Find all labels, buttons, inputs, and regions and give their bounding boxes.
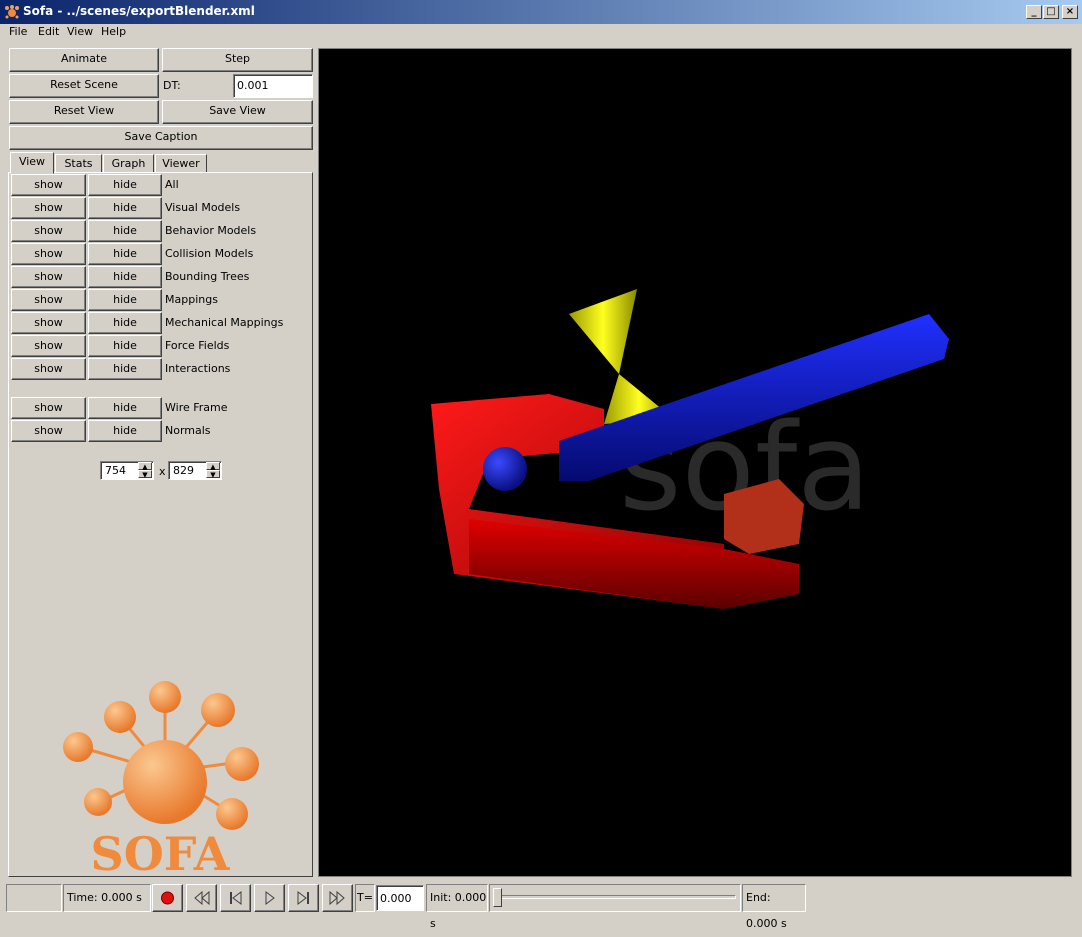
show-force-fields-button[interactable]: show [11,335,86,357]
hide-visual-models-button[interactable]: hide [88,197,162,219]
hide-all-button[interactable]: hide [88,174,162,196]
width-value: 754 [105,464,126,477]
dt-value: 0.001 [237,79,269,92]
show-behavior-models-button[interactable]: show [11,220,86,242]
show-wire-frame-button[interactable]: show [11,397,86,419]
menu-view[interactable]: View [67,25,93,38]
title-bar: Sofa - ../scenes/exportBlender.xml _ □ × [0,0,1082,24]
menu-bar: File Edit View Help [0,24,1082,42]
t-label: T= [355,884,375,912]
rewind-button[interactable] [186,884,217,912]
row-label-interactions: Interactions [165,362,231,375]
fast-forward-icon [329,890,345,906]
row-label-mappings: Mappings [165,293,218,306]
close-button[interactable]: × [1062,5,1078,19]
show-interactions-button[interactable]: show [11,358,86,380]
logo-text: SOFA [91,827,231,877]
3d-viewport[interactable]: sofa [318,48,1072,877]
dt-input[interactable]: 0.001 [233,74,313,98]
menu-help[interactable]: Help [101,25,126,38]
sofa-app-icon [5,5,19,19]
timeline-track[interactable] [489,884,741,912]
menu-file[interactable]: File [9,25,27,38]
record-icon [161,891,174,905]
scene-render: sofa [431,289,949,609]
row-label-normals: Normals [165,424,211,437]
end-readout: End: 0.000 s [742,884,806,930]
show-collision-models-button[interactable]: show [11,243,86,265]
step-back-button[interactable] [220,884,251,912]
rewind-icon [194,890,210,906]
tab-graph[interactable]: Graph [103,154,154,173]
show-mechanical-mappings-button[interactable]: show [11,312,86,334]
width-spinbox[interactable]: 754 ▲ ▼ [100,461,154,480]
hide-mappings-button[interactable]: hide [88,289,162,311]
spin-down-icon[interactable]: ▼ [206,470,220,479]
tab-view[interactable]: View [10,152,54,174]
hide-behavior-models-button[interactable]: hide [88,220,162,242]
show-normals-button[interactable]: show [11,420,86,442]
time-readout: Time: 0.000 s [63,884,151,912]
show-visual-models-button[interactable]: show [11,197,86,219]
save-view-button[interactable]: Save View [162,100,313,124]
row-label-visual-models: Visual Models [165,201,241,214]
record-button[interactable] [152,884,183,912]
hide-mechanical-mappings-button[interactable]: hide [88,312,162,334]
hide-wire-frame-button[interactable]: hide [88,397,162,419]
spin-up-icon[interactable]: ▲ [138,462,152,471]
step-forward-button[interactable] [288,884,319,912]
save-caption-button[interactable]: Save Caption [9,126,313,150]
t-value: 0.000 [380,892,412,905]
step-forward-icon [297,891,309,905]
timeline-slider-handle[interactable] [493,888,502,907]
show-all-button[interactable]: show [11,174,86,196]
tab-viewer[interactable]: Viewer [155,154,207,173]
step-back-icon [230,891,242,905]
height-spinbox[interactable]: 829 ▲ ▼ [168,461,222,480]
spin-down-icon[interactable]: ▼ [138,470,152,479]
status-bar: Time: 0.000 s T= 0.000 Init: 0.000 s End… [0,881,1082,930]
show-mappings-button[interactable]: show [11,289,86,311]
menu-edit[interactable]: Edit [38,25,59,38]
hide-bounding-trees-button[interactable]: hide [88,266,162,288]
step-button[interactable]: Step [162,48,313,72]
t-input[interactable]: 0.000 [376,885,424,911]
dt-label: DT: [163,79,181,92]
size-separator: x [159,465,166,478]
timeline-groove [494,895,736,899]
status-empty-box [6,884,62,912]
row-label-mechanical-mappings: Mechanical Mappings [165,316,284,329]
play-icon [265,891,275,905]
hide-collision-models-button[interactable]: hide [88,243,162,265]
fast-forward-button[interactable] [322,884,353,912]
spin-up-icon[interactable]: ▲ [206,462,220,471]
play-button[interactable] [254,884,285,912]
hide-interactions-button[interactable]: hide [88,358,162,380]
window-title: Sofa - ../scenes/exportBlender.xml [23,4,255,18]
init-readout: Init: 0.000 s [426,884,488,930]
row-label-force-fields: Force Fields [165,339,230,352]
height-value: 829 [173,464,194,477]
show-bounding-trees-button[interactable]: show [11,266,86,288]
hide-force-fields-button[interactable]: hide [88,335,162,357]
sofa-logo: SOFA [63,681,259,877]
blue-sphere [483,447,527,491]
animate-button[interactable]: Animate [9,48,159,72]
row-label-behavior-models: Behavior Models [165,224,257,237]
reset-scene-button[interactable]: Reset Scene [9,74,159,98]
tab-stats[interactable]: Stats [55,154,102,173]
reset-view-button[interactable]: Reset View [9,100,159,124]
yellow-cone-top [569,289,637,374]
maximize-button[interactable]: □ [1043,5,1059,19]
minimize-button[interactable]: _ [1026,5,1042,19]
row-label-bounding-trees: Bounding Trees [165,270,250,283]
row-label-collision-models: Collision Models [165,247,254,260]
row-label-all: All [165,178,179,191]
row-label-wire-frame: Wire Frame [165,401,228,414]
hide-normals-button[interactable]: hide [88,420,162,442]
